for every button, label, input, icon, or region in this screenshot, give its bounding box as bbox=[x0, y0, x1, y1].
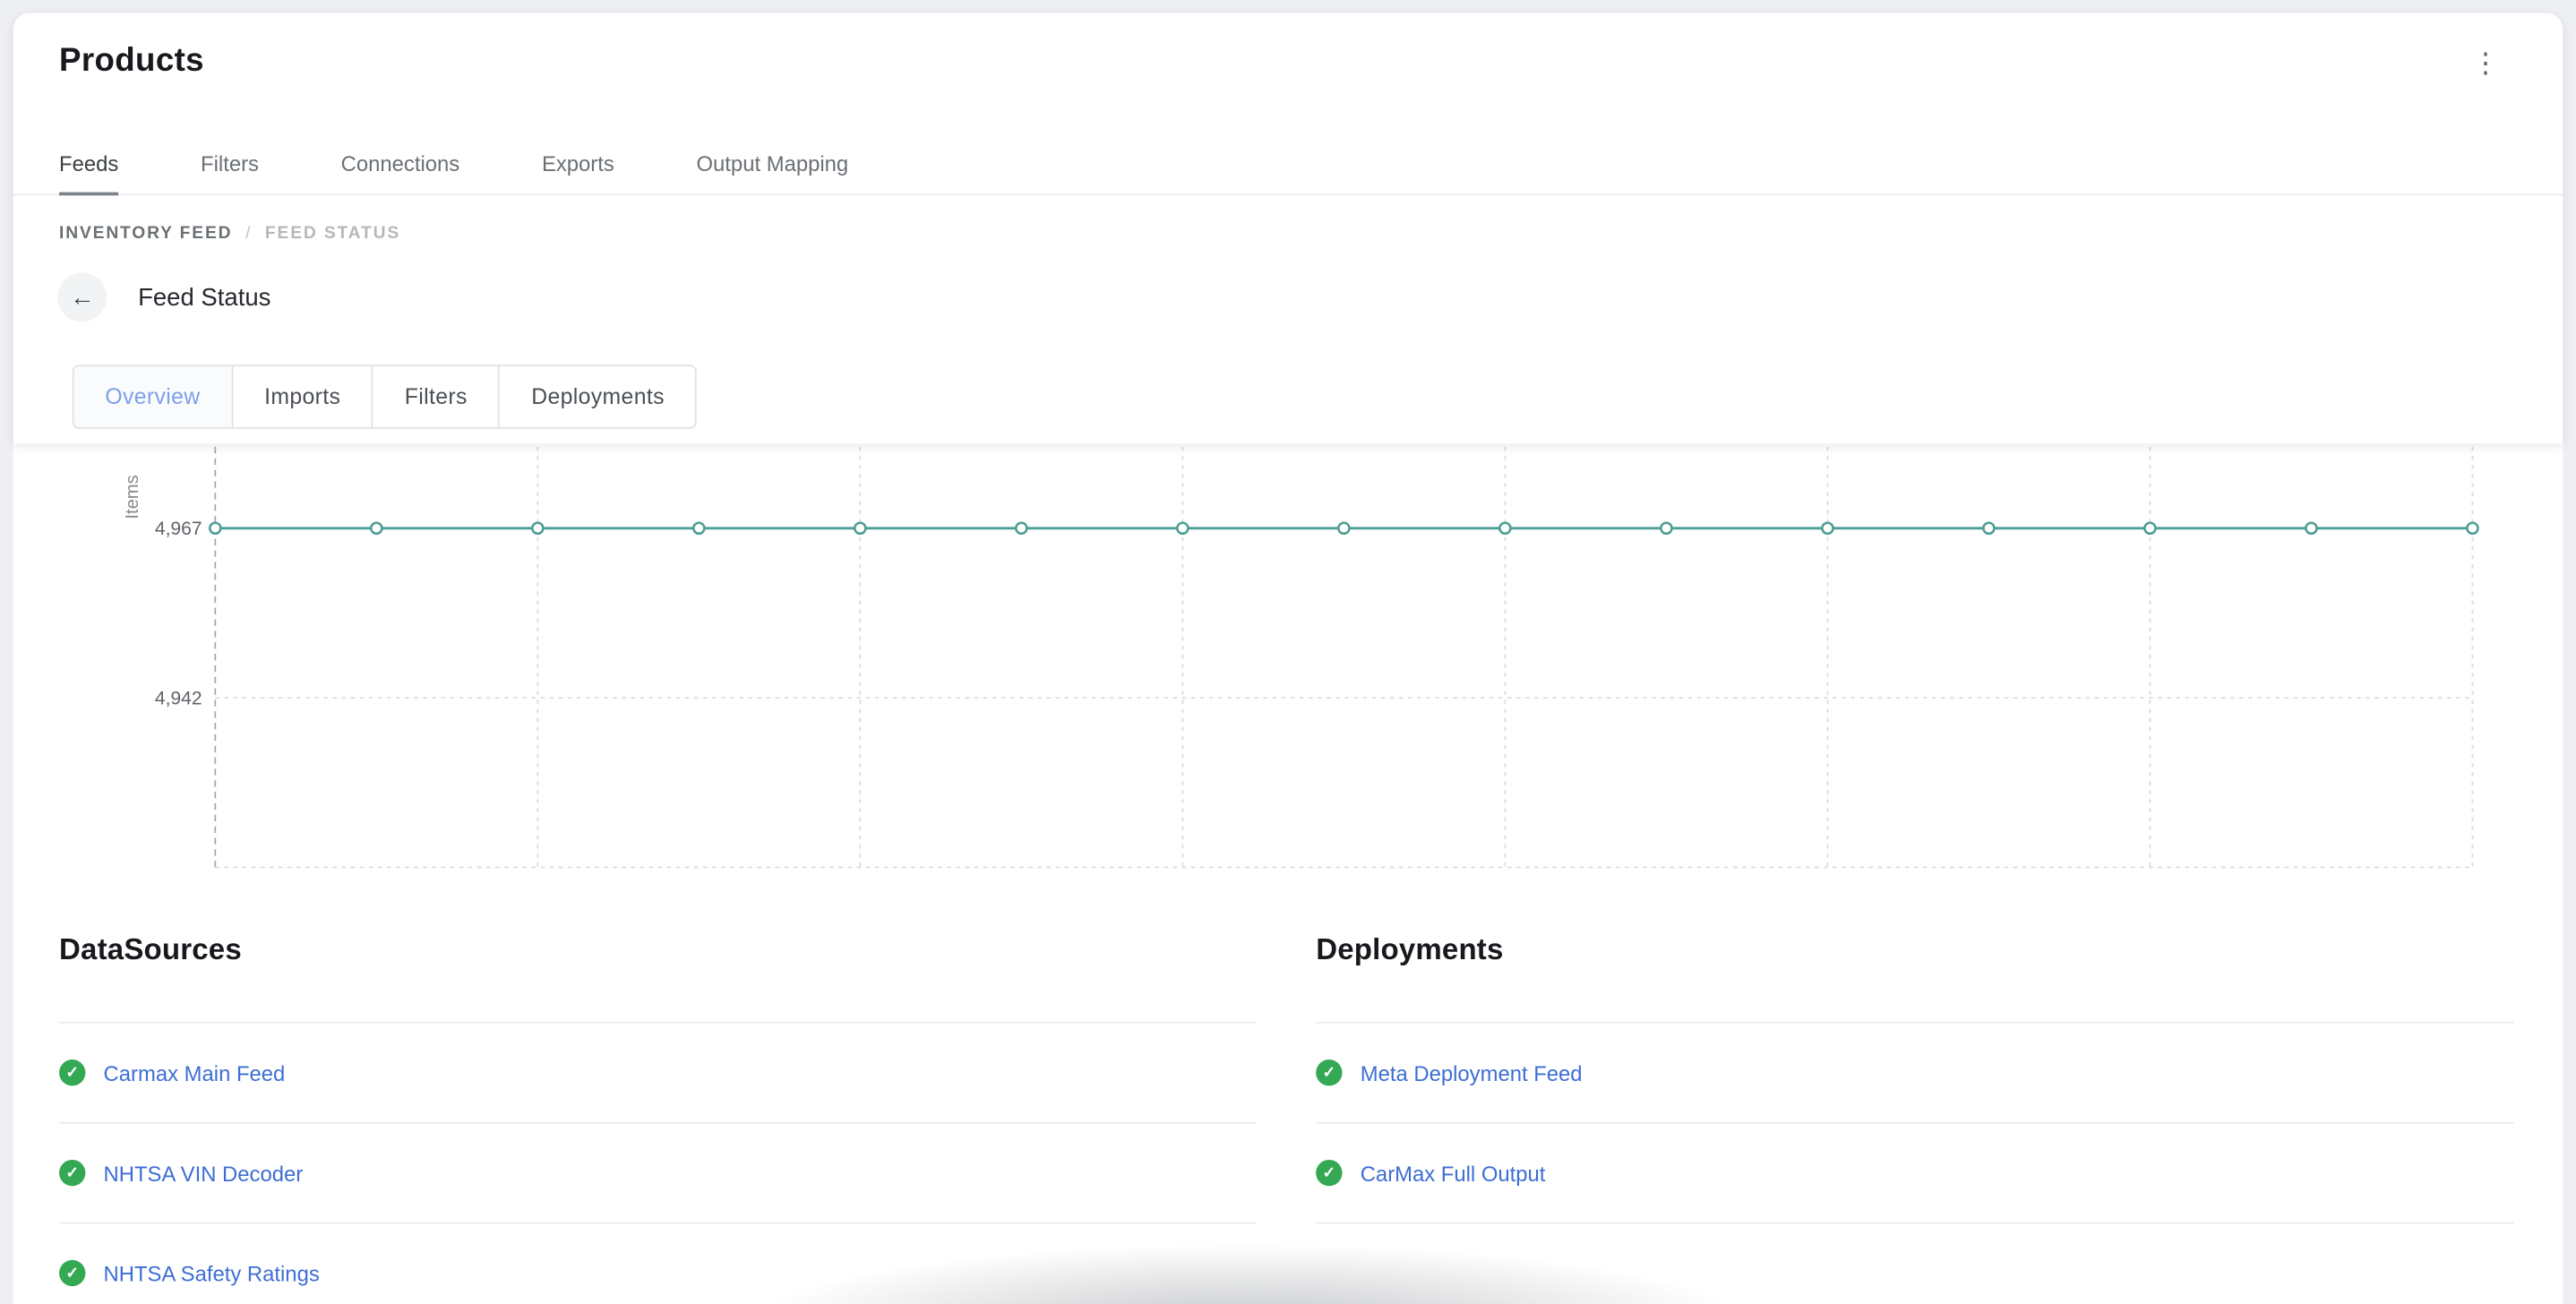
check-circle-icon: ✓ bbox=[59, 1160, 85, 1186]
deployments-section: Deployments ✓ Meta Deployment Feed ✓ Car… bbox=[1316, 930, 2513, 1223]
datasources-section: DataSources ✓ Carmax Main Feed ✓ NHTSA V… bbox=[59, 930, 1257, 1304]
sub-tabbar: Overview Imports Filters Deployments bbox=[73, 365, 698, 429]
feed-items-chart: 4,967 4,942 Items bbox=[13, 443, 2563, 874]
back-arrow-icon: ← bbox=[70, 283, 95, 311]
check-circle-icon: ✓ bbox=[1316, 1060, 1342, 1085]
deployment-link[interactable]: Meta Deployment Feed bbox=[1361, 1060, 1583, 1085]
list-item: ✓ Carmax Main Feed bbox=[59, 1024, 1257, 1124]
tab-exports[interactable]: Exports bbox=[542, 151, 614, 196]
breadcrumb: INVENTORY FEED / FEED STATUS bbox=[59, 223, 400, 243]
svg-text:4,967: 4,967 bbox=[155, 519, 202, 539]
list-item: ✓ NHTSA VIN Decoder bbox=[59, 1124, 1257, 1224]
list-item: ✓ CarMax Full Output bbox=[1316, 1124, 2513, 1224]
main-tabbar: Feeds Filters Connections Exports Output… bbox=[59, 151, 848, 196]
svg-text:Items: Items bbox=[123, 475, 142, 519]
datasource-link[interactable]: NHTSA Safety Ratings bbox=[104, 1261, 320, 1286]
tab-connections[interactable]: Connections bbox=[341, 151, 460, 196]
list-item: ✓ Meta Deployment Feed bbox=[1316, 1024, 2513, 1124]
page-header: Products ⋮ Feeds Filters Connections Exp… bbox=[13, 13, 2563, 444]
tab-feeds[interactable]: Feeds bbox=[59, 151, 118, 196]
datasources-heading: DataSources bbox=[59, 930, 1257, 969]
deployment-link[interactable]: CarMax Full Output bbox=[1361, 1161, 1546, 1186]
feed-status-title: Feed Status bbox=[138, 284, 270, 312]
breadcrumb-current: FEED STATUS bbox=[265, 223, 400, 243]
breadcrumb-separator: / bbox=[245, 223, 252, 243]
app-window: Products ⋮ Feeds Filters Connections Exp… bbox=[0, 0, 2576, 1304]
kebab-menu-icon[interactable]: ⋮ bbox=[2468, 46, 2503, 82]
check-circle-icon: ✓ bbox=[59, 1260, 85, 1286]
subtab-deployments[interactable]: Deployments bbox=[499, 365, 698, 429]
datasource-link[interactable]: NHTSA VIN Decoder bbox=[104, 1161, 304, 1186]
subtab-overview[interactable]: Overview bbox=[73, 365, 234, 429]
svg-text:4,942: 4,942 bbox=[155, 688, 202, 708]
page-title: Products bbox=[59, 43, 204, 81]
back-button[interactable]: ← bbox=[57, 272, 107, 322]
breadcrumb-parent[interactable]: INVENTORY FEED bbox=[59, 223, 232, 243]
feed-items-chart-svg: 4,967 4,942 Items bbox=[13, 443, 2563, 874]
subtab-filters[interactable]: Filters bbox=[372, 365, 500, 429]
check-circle-icon: ✓ bbox=[59, 1060, 85, 1085]
check-circle-icon: ✓ bbox=[1316, 1160, 1342, 1186]
deployments-heading: Deployments bbox=[1316, 930, 2513, 969]
tab-output-mapping[interactable]: Output Mapping bbox=[697, 151, 849, 196]
subtab-imports[interactable]: Imports bbox=[231, 365, 374, 429]
datasource-link[interactable]: Carmax Main Feed bbox=[104, 1060, 286, 1085]
tab-filters[interactable]: Filters bbox=[201, 151, 259, 196]
list-item: ✓ NHTSA Safety Ratings bbox=[59, 1223, 1257, 1304]
